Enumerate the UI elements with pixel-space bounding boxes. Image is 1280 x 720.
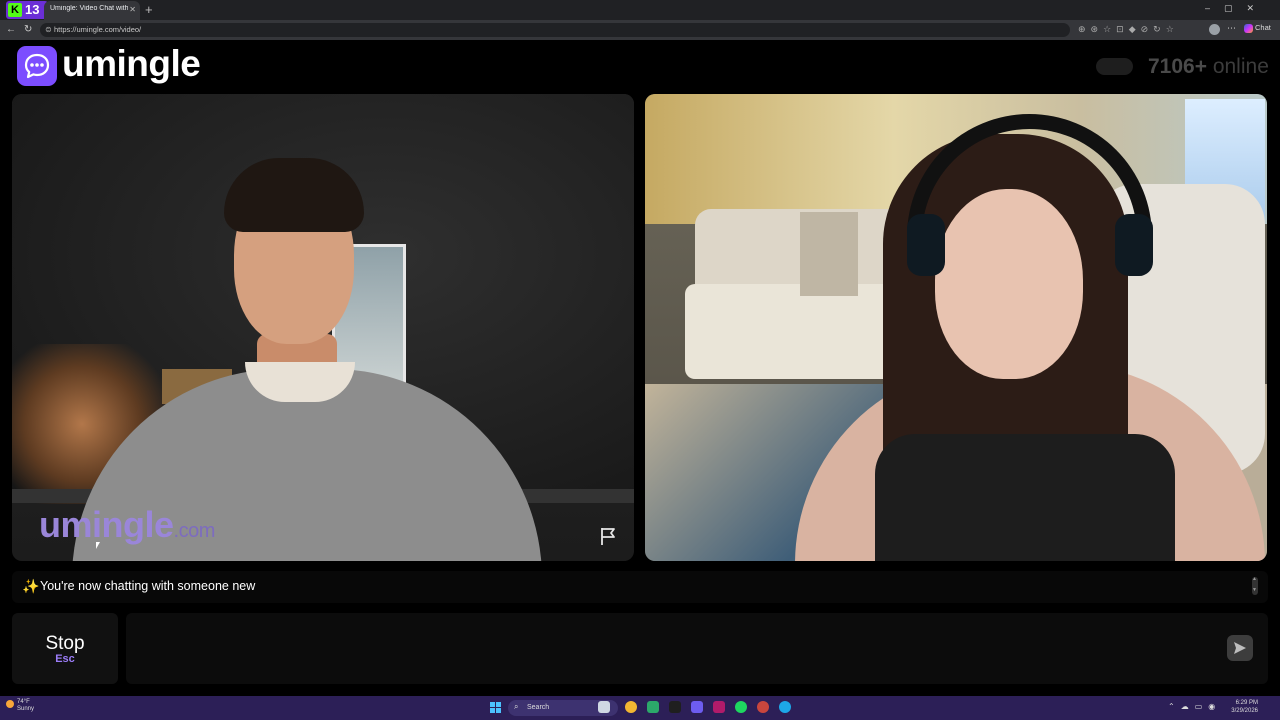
send-button[interactable]	[1227, 635, 1253, 661]
watermark-suffix: .com	[173, 520, 216, 542]
sparkles-icon: ✨	[22, 578, 40, 594]
taskbar-app-icon[interactable]	[713, 701, 725, 713]
chat-log: ✨ You're now chatting with someone new	[12, 571, 1268, 603]
back-icon[interactable]: ←	[6, 24, 16, 35]
headset-ear-left	[907, 214, 945, 276]
kick-logo-icon: K	[8, 3, 22, 17]
kick-badge-count: 13	[25, 2, 40, 17]
extension-icons[interactable]: ⊕⊛☆⊡◆⊘↻☆	[1078, 24, 1179, 35]
stop-label: Stop	[45, 633, 85, 654]
stop-shortcut: Esc	[55, 653, 75, 665]
local-video-panel: umingle.com	[12, 94, 634, 561]
message-input[interactable]	[126, 613, 1268, 684]
browser-tab-active[interactable]: Umingle: Video Chat with Str... ✕	[44, 1, 140, 20]
copilot-label: Chat	[1255, 23, 1271, 32]
chrome-icon[interactable]	[625, 701, 637, 713]
taskbar-app-icon[interactable]	[647, 701, 659, 713]
chat-scroll-icon[interactable]	[1252, 576, 1258, 595]
copilot-icon	[1244, 23, 1253, 33]
watermark-main: umingle	[39, 504, 174, 545]
reload-icon[interactable]: ↻	[24, 24, 32, 35]
sun-icon	[6, 700, 14, 708]
system-tray-icons[interactable]: ⌃☁▭◉	[1168, 702, 1221, 711]
online-count: 7106+	[1148, 55, 1207, 78]
mouse-cursor-icon	[96, 542, 100, 549]
chat-status-message: You're now chatting with someone new	[40, 579, 256, 593]
taskbar-search-label: Search	[527, 704, 550, 711]
tab-close-icon[interactable]: ✕	[129, 5, 136, 14]
send-icon	[1234, 642, 1246, 654]
report-flag-icon[interactable]	[599, 526, 619, 546]
weather-widget[interactable]: 74°F Sunny	[6, 699, 34, 713]
taskbar-app-icon[interactable]	[669, 701, 681, 713]
spotify-icon[interactable]	[735, 701, 747, 713]
taskbar-app-icon[interactable]	[598, 701, 610, 713]
remote-video-panel	[645, 94, 1267, 561]
stop-button[interactable]: Stop Esc	[12, 613, 118, 684]
shopping-bag	[800, 212, 858, 296]
new-tab-icon[interactable]: +	[145, 2, 153, 17]
windows-start-icon[interactable]	[490, 702, 501, 713]
headset-ear-right	[1115, 214, 1153, 276]
chat-bubble-icon	[17, 46, 57, 86]
online-label: online	[1212, 55, 1269, 78]
tab-title: Umingle: Video Chat with Str...	[50, 5, 128, 12]
edge-icon[interactable]	[779, 701, 791, 713]
window-controls[interactable]: –▢✕	[1205, 3, 1268, 14]
more-menu-icon[interactable]: ⋯	[1227, 23, 1236, 34]
clock[interactable]: 6:29 PM 3/29/2026	[1228, 699, 1258, 715]
online-counter: 7106+ online	[1148, 55, 1269, 79]
weather-desc: Sunny	[17, 706, 35, 712]
clock-time: 6:29 PM	[1235, 700, 1258, 706]
kick-extension-badge[interactable]: K 13	[6, 1, 48, 19]
umingle-watermark: umingle.com	[39, 504, 215, 546]
profile-avatar[interactable]	[1209, 24, 1220, 35]
theme-toggle[interactable]	[1096, 58, 1133, 75]
browser-address-bar: ← ↻ ⊜ https://umingle.com/video/ ⊕⊛☆⊡◆⊘↻…	[0, 20, 1280, 40]
search-icon: ⌕	[514, 702, 519, 711]
weather-temp: 74°F	[17, 699, 30, 705]
windows-taskbar: 74°F Sunny ⌕ Search ⌃☁▭◉ 6:29 PM 3/29/2026	[0, 696, 1280, 720]
discord-icon[interactable]	[691, 701, 703, 713]
url-field[interactable]: ⊜ https://umingle.com/video/	[40, 23, 1070, 37]
copilot-button[interactable]: Chat	[1244, 23, 1271, 33]
site-info-icon[interactable]: ⊜	[45, 25, 52, 34]
person-top	[875, 434, 1175, 561]
clock-date: 3/29/2026	[1231, 708, 1258, 714]
taskbar-app-icon[interactable]	[757, 701, 769, 713]
logo-text: umingle	[62, 43, 201, 84]
url-text: https://umingle.com/video/	[54, 25, 142, 34]
browser-tab-bar: K 13 Umingle: Video Chat with Str... ✕ +…	[0, 0, 1280, 20]
person-hair	[224, 158, 364, 232]
